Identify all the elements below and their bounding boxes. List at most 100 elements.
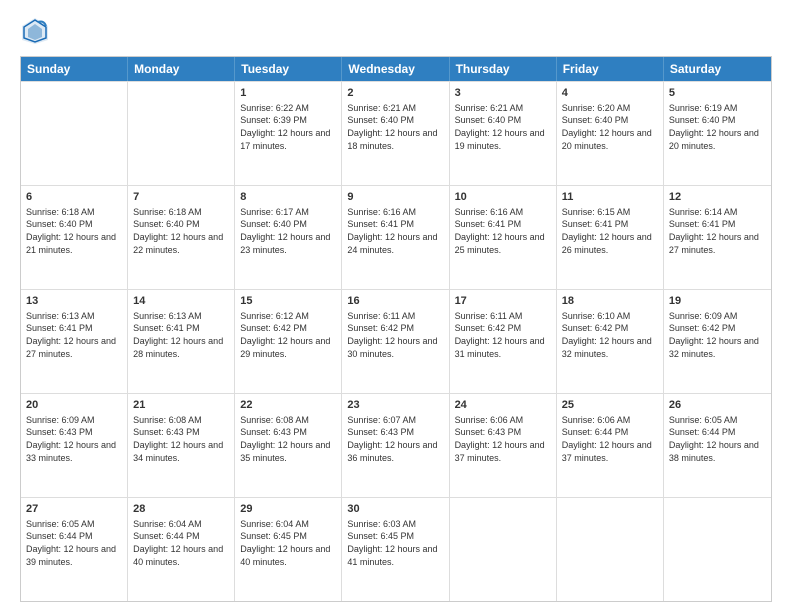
day-number: 20 [26,398,122,413]
calendar-cell: 28Sunrise: 6:04 AM Sunset: 6:44 PM Dayli… [128,498,235,601]
day-number: 10 [455,190,551,205]
day-info: Sunrise: 6:21 AM Sunset: 6:40 PM Dayligh… [455,102,551,152]
weekday-header: Saturday [664,57,771,81]
day-info: Sunrise: 6:05 AM Sunset: 6:44 PM Dayligh… [669,414,766,464]
calendar-cell: 5Sunrise: 6:19 AM Sunset: 6:40 PM Daylig… [664,82,771,185]
day-info: Sunrise: 6:11 AM Sunset: 6:42 PM Dayligh… [347,310,443,360]
day-number: 21 [133,398,229,413]
day-info: Sunrise: 6:17 AM Sunset: 6:40 PM Dayligh… [240,206,336,256]
calendar: SundayMondayTuesdayWednesdayThursdayFrid… [20,56,772,602]
day-info: Sunrise: 6:22 AM Sunset: 6:39 PM Dayligh… [240,102,336,152]
calendar-cell: 12Sunrise: 6:14 AM Sunset: 6:41 PM Dayli… [664,186,771,289]
day-number: 13 [26,294,122,309]
calendar-cell [664,498,771,601]
calendar-cell: 30Sunrise: 6:03 AM Sunset: 6:45 PM Dayli… [342,498,449,601]
calendar-cell [557,498,664,601]
day-number: 15 [240,294,336,309]
day-number: 17 [455,294,551,309]
weekday-header: Sunday [21,57,128,81]
calendar-cell: 24Sunrise: 6:06 AM Sunset: 6:43 PM Dayli… [450,394,557,497]
page: SundayMondayTuesdayWednesdayThursdayFrid… [0,0,792,612]
header [20,16,772,46]
day-number: 28 [133,502,229,517]
day-info: Sunrise: 6:08 AM Sunset: 6:43 PM Dayligh… [240,414,336,464]
calendar-header: SundayMondayTuesdayWednesdayThursdayFrid… [21,57,771,81]
day-info: Sunrise: 6:21 AM Sunset: 6:40 PM Dayligh… [347,102,443,152]
day-info: Sunrise: 6:10 AM Sunset: 6:42 PM Dayligh… [562,310,658,360]
day-number: 18 [562,294,658,309]
calendar-cell: 17Sunrise: 6:11 AM Sunset: 6:42 PM Dayli… [450,290,557,393]
calendar-cell [21,82,128,185]
calendar-cell: 21Sunrise: 6:08 AM Sunset: 6:43 PM Dayli… [128,394,235,497]
calendar-cell: 23Sunrise: 6:07 AM Sunset: 6:43 PM Dayli… [342,394,449,497]
day-number: 23 [347,398,443,413]
day-number: 1 [240,86,336,101]
day-info: Sunrise: 6:04 AM Sunset: 6:44 PM Dayligh… [133,518,229,568]
day-number: 11 [562,190,658,205]
day-info: Sunrise: 6:18 AM Sunset: 6:40 PM Dayligh… [26,206,122,256]
day-number: 30 [347,502,443,517]
calendar-cell: 26Sunrise: 6:05 AM Sunset: 6:44 PM Dayli… [664,394,771,497]
calendar-cell: 6Sunrise: 6:18 AM Sunset: 6:40 PM Daylig… [21,186,128,289]
day-number: 24 [455,398,551,413]
calendar-row: 6Sunrise: 6:18 AM Sunset: 6:40 PM Daylig… [21,185,771,289]
day-number: 9 [347,190,443,205]
day-number: 7 [133,190,229,205]
calendar-cell: 18Sunrise: 6:10 AM Sunset: 6:42 PM Dayli… [557,290,664,393]
calendar-cell: 25Sunrise: 6:06 AM Sunset: 6:44 PM Dayli… [557,394,664,497]
day-info: Sunrise: 6:08 AM Sunset: 6:43 PM Dayligh… [133,414,229,464]
calendar-cell: 20Sunrise: 6:09 AM Sunset: 6:43 PM Dayli… [21,394,128,497]
logo-icon [20,16,50,46]
day-info: Sunrise: 6:11 AM Sunset: 6:42 PM Dayligh… [455,310,551,360]
calendar-cell: 9Sunrise: 6:16 AM Sunset: 6:41 PM Daylig… [342,186,449,289]
calendar-cell: 22Sunrise: 6:08 AM Sunset: 6:43 PM Dayli… [235,394,342,497]
weekday-header: Tuesday [235,57,342,81]
day-number: 5 [669,86,766,101]
day-info: Sunrise: 6:13 AM Sunset: 6:41 PM Dayligh… [26,310,122,360]
calendar-row: 20Sunrise: 6:09 AM Sunset: 6:43 PM Dayli… [21,393,771,497]
calendar-body: 1Sunrise: 6:22 AM Sunset: 6:39 PM Daylig… [21,81,771,601]
day-number: 8 [240,190,336,205]
calendar-cell [450,498,557,601]
weekday-header: Wednesday [342,57,449,81]
calendar-cell: 10Sunrise: 6:16 AM Sunset: 6:41 PM Dayli… [450,186,557,289]
weekday-header: Thursday [450,57,557,81]
calendar-cell: 4Sunrise: 6:20 AM Sunset: 6:40 PM Daylig… [557,82,664,185]
day-number: 3 [455,86,551,101]
day-number: 12 [669,190,766,205]
calendar-cell: 13Sunrise: 6:13 AM Sunset: 6:41 PM Dayli… [21,290,128,393]
day-number: 22 [240,398,336,413]
day-info: Sunrise: 6:06 AM Sunset: 6:43 PM Dayligh… [455,414,551,464]
calendar-cell: 2Sunrise: 6:21 AM Sunset: 6:40 PM Daylig… [342,82,449,185]
weekday-header: Monday [128,57,235,81]
day-info: Sunrise: 6:15 AM Sunset: 6:41 PM Dayligh… [562,206,658,256]
logo [20,16,54,46]
day-number: 6 [26,190,122,205]
day-number: 19 [669,294,766,309]
day-info: Sunrise: 6:05 AM Sunset: 6:44 PM Dayligh… [26,518,122,568]
calendar-row: 1Sunrise: 6:22 AM Sunset: 6:39 PM Daylig… [21,81,771,185]
day-info: Sunrise: 6:09 AM Sunset: 6:42 PM Dayligh… [669,310,766,360]
day-info: Sunrise: 6:20 AM Sunset: 6:40 PM Dayligh… [562,102,658,152]
calendar-cell: 11Sunrise: 6:15 AM Sunset: 6:41 PM Dayli… [557,186,664,289]
day-number: 29 [240,502,336,517]
day-number: 27 [26,502,122,517]
calendar-cell: 15Sunrise: 6:12 AM Sunset: 6:42 PM Dayli… [235,290,342,393]
calendar-cell: 19Sunrise: 6:09 AM Sunset: 6:42 PM Dayli… [664,290,771,393]
day-number: 26 [669,398,766,413]
day-info: Sunrise: 6:13 AM Sunset: 6:41 PM Dayligh… [133,310,229,360]
day-info: Sunrise: 6:16 AM Sunset: 6:41 PM Dayligh… [455,206,551,256]
calendar-cell: 1Sunrise: 6:22 AM Sunset: 6:39 PM Daylig… [235,82,342,185]
day-info: Sunrise: 6:04 AM Sunset: 6:45 PM Dayligh… [240,518,336,568]
weekday-header: Friday [557,57,664,81]
calendar-cell: 3Sunrise: 6:21 AM Sunset: 6:40 PM Daylig… [450,82,557,185]
day-info: Sunrise: 6:12 AM Sunset: 6:42 PM Dayligh… [240,310,336,360]
day-info: Sunrise: 6:03 AM Sunset: 6:45 PM Dayligh… [347,518,443,568]
calendar-row: 13Sunrise: 6:13 AM Sunset: 6:41 PM Dayli… [21,289,771,393]
day-info: Sunrise: 6:09 AM Sunset: 6:43 PM Dayligh… [26,414,122,464]
day-info: Sunrise: 6:19 AM Sunset: 6:40 PM Dayligh… [669,102,766,152]
calendar-cell: 27Sunrise: 6:05 AM Sunset: 6:44 PM Dayli… [21,498,128,601]
day-number: 4 [562,86,658,101]
calendar-row: 27Sunrise: 6:05 AM Sunset: 6:44 PM Dayli… [21,497,771,601]
calendar-cell [128,82,235,185]
